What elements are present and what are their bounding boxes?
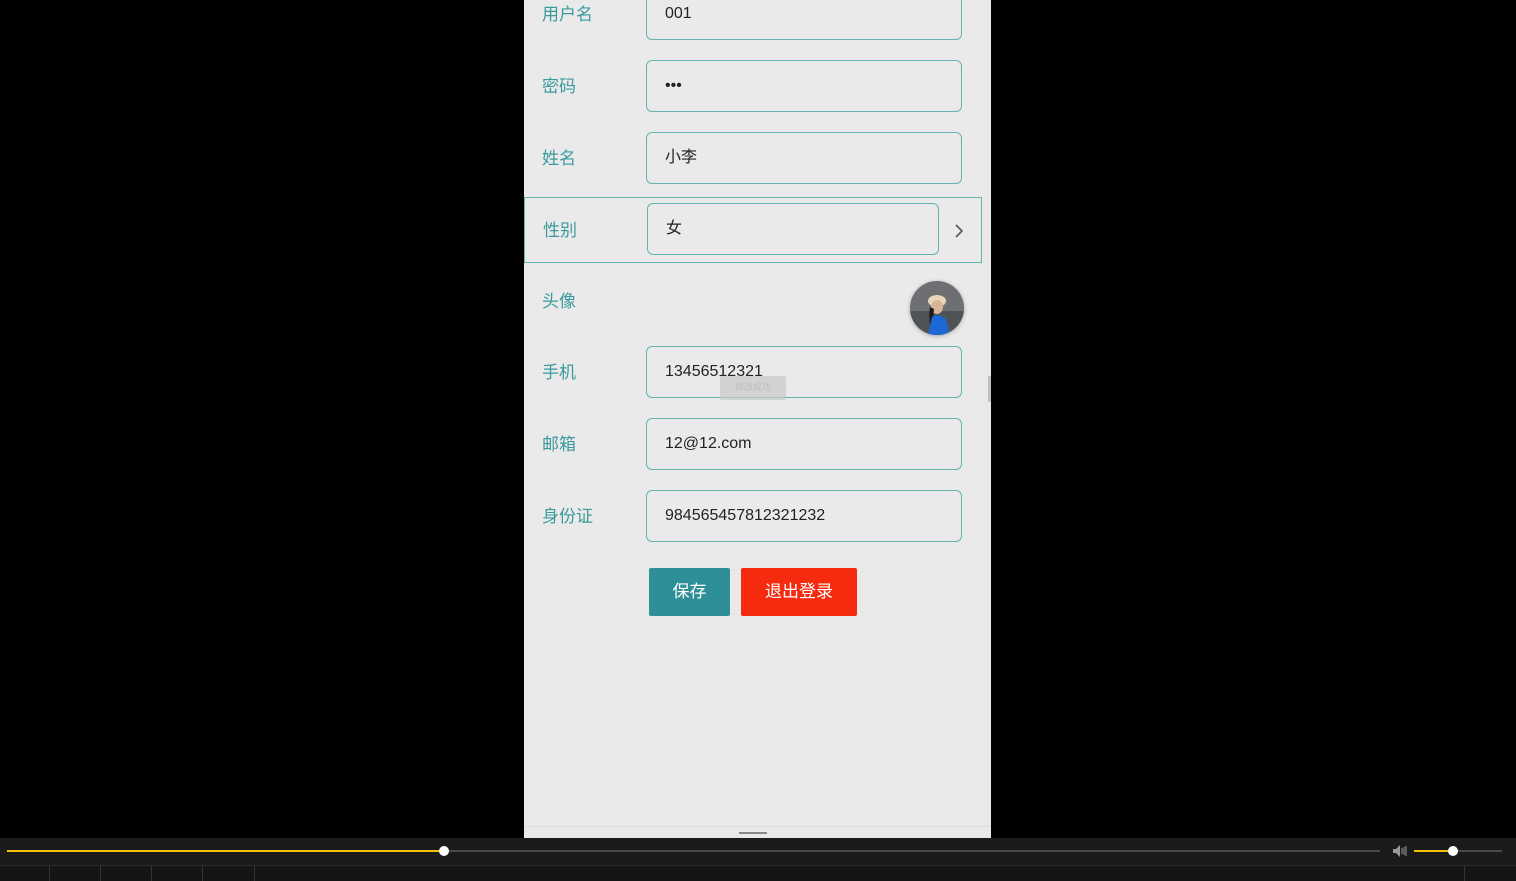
email-label: 邮箱 <box>542 435 576 455</box>
divider <box>524 826 991 827</box>
password-label: 密码 <box>542 77 576 97</box>
avatar-image <box>910 281 964 335</box>
bottom-toolbar <box>0 865 1516 881</box>
phone-label: 手机 <box>542 363 576 383</box>
logout-button[interactable]: 退出登录 <box>741 568 857 616</box>
row-gender[interactable]: 性别 女 <box>524 197 982 263</box>
gender-select[interactable]: 女 <box>647 203 939 255</box>
name-label: 姓名 <box>542 149 576 169</box>
toolbar-cell[interactable] <box>0 866 50 881</box>
username-input[interactable]: 001 <box>646 0 962 40</box>
toast-message: 修改成功 <box>720 376 786 400</box>
gender-label: 性别 <box>543 221 577 241</box>
save-button[interactable]: 保存 <box>649 568 730 616</box>
row-email: 邮箱 12@12.com <box>524 412 982 478</box>
player-controls <box>0 838 1516 881</box>
avatar-label: 头像 <box>542 292 576 312</box>
phone-input[interactable]: 13456512321 <box>646 346 962 398</box>
name-input[interactable]: 小李 <box>646 132 962 184</box>
row-name: 姓名 小李 <box>524 126 982 192</box>
toolbar-cell[interactable] <box>101 866 152 881</box>
row-idcard: 身份证 984565457812321232 <box>524 484 982 550</box>
seek-knob[interactable] <box>438 846 449 856</box>
username-label: 用户名 <box>542 5 593 25</box>
row-username: 用户名 001 <box>524 0 982 48</box>
volume-icon[interactable] <box>1392 844 1408 858</box>
idcard-input[interactable]: 984565457812321232 <box>646 490 962 542</box>
toolbar-cell[interactable] <box>50 866 101 881</box>
volume-slider[interactable] <box>1414 846 1502 856</box>
scroll-handle[interactable] <box>988 376 991 402</box>
idcard-label: 身份证 <box>542 507 593 527</box>
toolbar-cell[interactable] <box>203 866 255 881</box>
seek-progress <box>7 850 444 852</box>
avatar[interactable] <box>910 281 964 335</box>
password-input[interactable]: ••• <box>646 60 962 112</box>
video-stage: 用户名 001 密码 ••• 姓名 小李 性别 女 头像 手机 13456512… <box>0 0 1516 838</box>
seek-bar[interactable] <box>7 846 1380 856</box>
toolbar-cell <box>1464 866 1465 881</box>
phone-screen: 用户名 001 密码 ••• 姓名 小李 性别 女 头像 手机 13456512… <box>524 0 991 838</box>
email-input[interactable]: 12@12.com <box>646 418 962 470</box>
home-indicator <box>739 832 767 834</box>
row-avatar: 头像 <box>524 269 982 335</box>
volume-knob[interactable] <box>1447 846 1458 856</box>
toolbar-cell[interactable] <box>152 866 203 881</box>
chevron-right-icon[interactable] <box>949 220 969 242</box>
volume-level <box>1414 850 1453 852</box>
row-password: 密码 ••• <box>524 54 982 120</box>
